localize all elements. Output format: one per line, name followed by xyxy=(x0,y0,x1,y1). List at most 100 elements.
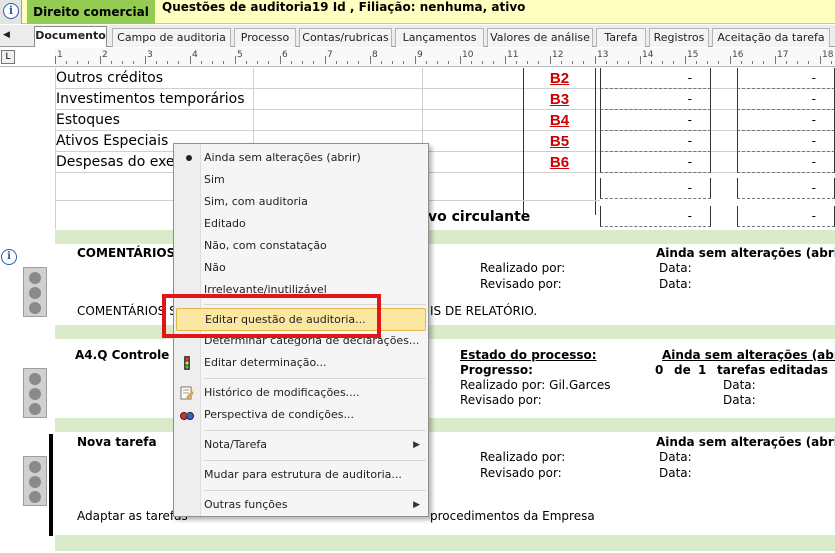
progress-label: Progresso: xyxy=(460,363,533,377)
section-status-link[interactable]: Ainda sem alterações (abrir) xyxy=(656,246,835,260)
section-status-link[interactable]: Ainda sem alterações (abrir) xyxy=(662,348,835,362)
value-cell[interactable]: - xyxy=(600,131,711,152)
ruler-tick xyxy=(437,61,438,64)
ruler-tick xyxy=(718,61,719,64)
value-cell[interactable]: - xyxy=(737,110,835,131)
ruler-tick xyxy=(415,56,416,64)
value-cell[interactable]: - xyxy=(600,152,711,173)
ruler-tick xyxy=(122,61,123,64)
status-dot-icon xyxy=(29,476,41,488)
ruler-tick xyxy=(550,56,551,64)
value-cell[interactable]: - xyxy=(737,152,835,173)
process-state-label: Estado do processo: xyxy=(460,348,597,362)
menu-item-edit-determination[interactable]: Editar determinação... xyxy=(176,352,426,374)
menu-item-status-no-finding[interactable]: Não, com constatação xyxy=(176,235,426,257)
tab-scroll-left-icon[interactable]: ◀ xyxy=(3,28,13,42)
tab-registros[interactable]: Registros xyxy=(649,28,709,47)
menu-item-label: Não, com constatação xyxy=(204,239,327,252)
ref-link-b6[interactable]: B6 xyxy=(523,152,596,173)
tab-lancamentos[interactable]: Lançamentos xyxy=(395,28,484,47)
ruler-tick xyxy=(280,56,281,64)
progress-total: 1 xyxy=(698,363,707,377)
value-cell[interactable]: - xyxy=(737,89,835,110)
status-widget[interactable] xyxy=(23,267,47,317)
menu-item-status-no[interactable]: Não xyxy=(176,257,426,279)
ruler-tick xyxy=(673,61,674,64)
status-dot-icon xyxy=(29,287,41,299)
menu-item-note-task[interactable]: Nota/Tarefa ▶ xyxy=(176,434,426,456)
tab-documento[interactable]: Documento xyxy=(34,26,107,47)
ruler-tick xyxy=(156,61,157,64)
menu-item-change-structure[interactable]: Mudar para estrutura de auditoria... xyxy=(176,464,426,486)
value-cell[interactable]: - xyxy=(600,68,711,89)
ruler-tick xyxy=(561,61,562,64)
ref-link-b2[interactable]: B2 xyxy=(523,68,596,89)
value-cell[interactable]: - xyxy=(737,131,835,152)
ruler-number: 18 xyxy=(822,50,834,60)
menu-item-other-functions[interactable]: Outras funções ▶ xyxy=(176,494,426,516)
ruler-number: 10 xyxy=(462,50,474,60)
ruler-tick xyxy=(786,61,787,64)
progress-suffix: tarefas editadas xyxy=(717,363,829,377)
tab-aceitacao-da-tarefa[interactable]: Aceitação da tarefa xyxy=(712,28,830,47)
table-row: Outros créditos xyxy=(56,68,835,89)
menu-item-status-open[interactable]: Ainda sem alterações (abrir) xyxy=(176,147,426,169)
ruler-tick xyxy=(662,61,663,64)
status-dot-icon xyxy=(29,461,41,473)
ref-link-b4[interactable]: B4 xyxy=(523,110,596,131)
ruler-tick xyxy=(66,61,67,64)
row-label: Ativos Especiais xyxy=(56,133,169,149)
ref-link-b5[interactable]: B5 xyxy=(523,131,596,152)
menu-separator xyxy=(204,378,426,379)
value-cell[interactable]: - xyxy=(600,110,711,131)
ruler-tick xyxy=(347,61,348,64)
status-widget[interactable] xyxy=(23,368,47,418)
subtotal-cell[interactable]: - xyxy=(737,178,835,199)
progress-done: 0 xyxy=(655,363,664,377)
ruler-tick xyxy=(370,56,371,64)
section-status-link[interactable]: Ainda sem alterações (abrir) xyxy=(656,435,835,449)
ruler-tick xyxy=(358,61,359,64)
menu-item-status-yes-audit[interactable]: Sim, com auditoria xyxy=(176,191,426,213)
value-cell[interactable]: - xyxy=(737,68,835,89)
info-button[interactable]: i xyxy=(0,0,22,24)
realized-by-label: Realizado por: xyxy=(480,261,566,275)
value-cell[interactable]: - xyxy=(600,89,711,110)
total-cell[interactable]: - xyxy=(737,206,835,227)
info-icon[interactable]: i xyxy=(1,249,17,265)
realized-by-label: Realizado por: Gil.Garces xyxy=(460,378,611,392)
ruler-number: 13 xyxy=(597,50,609,60)
ruler-tick xyxy=(752,61,753,64)
tab-campo-de-auditoria[interactable]: Campo de auditoria xyxy=(112,28,231,47)
row-label: Outros créditos xyxy=(56,70,164,86)
section-separator xyxy=(55,230,835,244)
ruler-tick xyxy=(212,61,213,64)
tab-tarefa[interactable]: Tarefa xyxy=(596,28,646,47)
ruler-tick xyxy=(493,61,494,64)
ruler-tick xyxy=(426,61,427,64)
tab-valores-de-analise[interactable]: Valores de análise xyxy=(487,28,593,47)
tab-processo[interactable]: Processo xyxy=(234,28,296,47)
ruler-number: 14 xyxy=(642,50,654,60)
ruler-strip[interactable]: 1 2 3 4 5 6 7 8 9 10 11 12 13 14 15 16 17 18 xyxy=(55,48,835,66)
ruler: L 1 2 3 4 5 6 7 8 9 10 11 12 13 14 15 16 17 18 xyxy=(0,48,835,67)
ruler-tick xyxy=(820,56,821,64)
tab-stop-selector[interactable]: L xyxy=(1,50,15,64)
total-cell[interactable]: - xyxy=(600,206,711,227)
menu-item-status-yes[interactable]: Sim xyxy=(176,169,426,191)
ref-link-b3[interactable]: B3 xyxy=(523,89,596,110)
ruler-number: 1 xyxy=(57,50,63,60)
section-separator xyxy=(55,418,835,432)
menu-item-conditions[interactable]: Perspectiva de condições... xyxy=(176,404,426,426)
ref-cell-empty xyxy=(523,173,596,194)
tab-contas-rubricas[interactable]: Contas/rubricas xyxy=(299,28,392,47)
menu-item-history[interactable]: Histórico de modificações.... xyxy=(176,382,426,404)
status-dot-icon xyxy=(29,373,41,385)
menu-item-status-edited[interactable]: Editado xyxy=(176,213,426,235)
ruler-tick xyxy=(730,56,731,64)
date-label: Data: xyxy=(723,393,756,407)
section-title: Nova tarefa xyxy=(77,435,157,449)
ruler-tick xyxy=(55,56,56,64)
subtotal-cell[interactable]: - xyxy=(600,178,711,199)
status-widget[interactable] xyxy=(23,456,47,506)
